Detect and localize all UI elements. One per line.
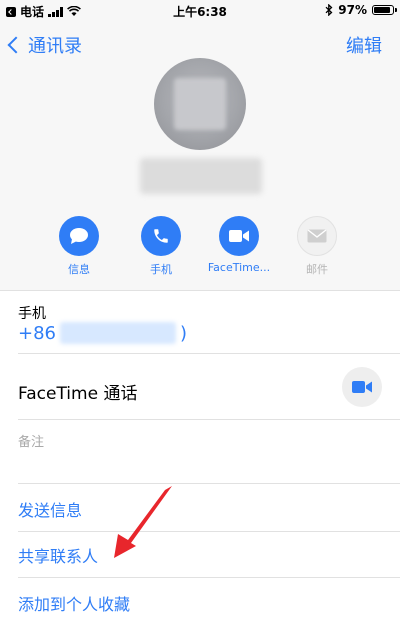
divider bbox=[18, 483, 400, 484]
message-action[interactable]: 信息 bbox=[46, 216, 112, 277]
action-buttons: 信息 手机 FaceTime... 邮件 bbox=[56, 216, 356, 276]
phone-field-label: 手机 bbox=[18, 306, 46, 322]
facetime-video-button[interactable] bbox=[342, 367, 382, 407]
avatar-blur bbox=[174, 78, 226, 130]
bluetooth-icon bbox=[325, 4, 333, 16]
chevron-left-icon bbox=[7, 36, 25, 54]
facetime-action[interactable]: FaceTime... bbox=[206, 216, 272, 274]
divider bbox=[18, 531, 400, 532]
video-icon bbox=[352, 381, 372, 393]
phone-number-mask bbox=[60, 322, 176, 344]
divider bbox=[18, 577, 400, 578]
divider bbox=[18, 419, 400, 420]
contact-details-card: 手机 +86 ) FaceTime 通话 备注 发送信息 共享联系人 添加到个人… bbox=[0, 290, 400, 629]
back-button[interactable]: 通讯录 bbox=[7, 32, 82, 58]
share-contact-link[interactable]: 共享联系人 bbox=[18, 543, 98, 567]
mail-icon bbox=[297, 216, 337, 256]
battery-icon bbox=[372, 5, 397, 15]
message-action-label: 信息 bbox=[68, 263, 90, 276]
facetime-call-label: FaceTime 通话 bbox=[18, 384, 138, 404]
call-action[interactable]: 手机 bbox=[128, 216, 194, 277]
facetime-action-label: FaceTime... bbox=[207, 261, 271, 274]
contact-name-blurred bbox=[140, 158, 262, 194]
call-action-label: 手机 bbox=[150, 263, 172, 276]
back-label: 通讯录 bbox=[28, 36, 82, 57]
send-message-link[interactable]: 发送信息 bbox=[18, 497, 82, 521]
mail-action-label: 邮件 bbox=[306, 263, 328, 276]
message-icon bbox=[59, 216, 99, 256]
mail-action[interactable]: 邮件 bbox=[284, 216, 350, 277]
contact-avatar bbox=[154, 58, 246, 150]
add-to-favorites-link[interactable]: 添加到个人收藏 bbox=[18, 591, 130, 615]
phone-prefix: +86 bbox=[18, 322, 56, 344]
phone-icon bbox=[141, 216, 181, 256]
battery-percent: 97% bbox=[338, 3, 367, 17]
phone-number[interactable]: +86 ) bbox=[18, 322, 187, 344]
video-icon bbox=[219, 216, 259, 256]
divider bbox=[18, 353, 400, 354]
edit-button[interactable]: 编辑 bbox=[346, 32, 382, 58]
status-bar: 电话 上午6:38 97% bbox=[0, 0, 400, 22]
phone-suffix: ) bbox=[180, 322, 188, 344]
notes-field[interactable]: 备注 bbox=[18, 431, 44, 450]
